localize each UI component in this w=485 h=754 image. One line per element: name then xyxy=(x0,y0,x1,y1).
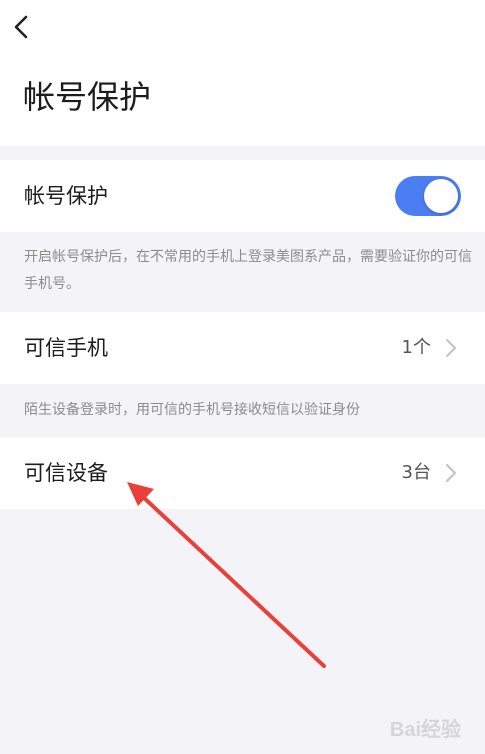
account-protection-hint: 开启帐号保护后，在不常用的手机上登录美图系产品，需要验证你的可信手机号。 xyxy=(24,249,472,292)
chevron-right-icon xyxy=(445,338,457,358)
chevron-right-icon xyxy=(445,463,457,483)
trusted-phone-count: 1个 xyxy=(401,337,431,358)
trusted-phone-hint: 陌生设备登录时，用可信的手机号接收短信以验证身份 xyxy=(24,402,360,418)
account-protection-row: 帐号保护 xyxy=(0,160,485,232)
account-protection-label: 帐号保护 xyxy=(24,184,108,208)
trusted-device-row[interactable]: 可信设备 3台 xyxy=(0,437,485,509)
chevron-left-icon xyxy=(14,15,28,39)
trusted-phone-row[interactable]: 可信手机 1个 xyxy=(0,312,485,384)
trusted-device-label: 可信设备 xyxy=(24,461,108,485)
header: 帐号保护 xyxy=(0,0,485,146)
trusted-device-count: 3台 xyxy=(401,462,431,483)
trusted-phone-label: 可信手机 xyxy=(24,336,108,360)
account-protection-toggle[interactable] xyxy=(395,176,461,216)
watermark-logo: Bai经验 xyxy=(389,719,461,741)
toggle-knob xyxy=(424,179,458,213)
back-button[interactable] xyxy=(6,8,42,46)
page-title: 帐号保护 xyxy=(23,78,152,116)
